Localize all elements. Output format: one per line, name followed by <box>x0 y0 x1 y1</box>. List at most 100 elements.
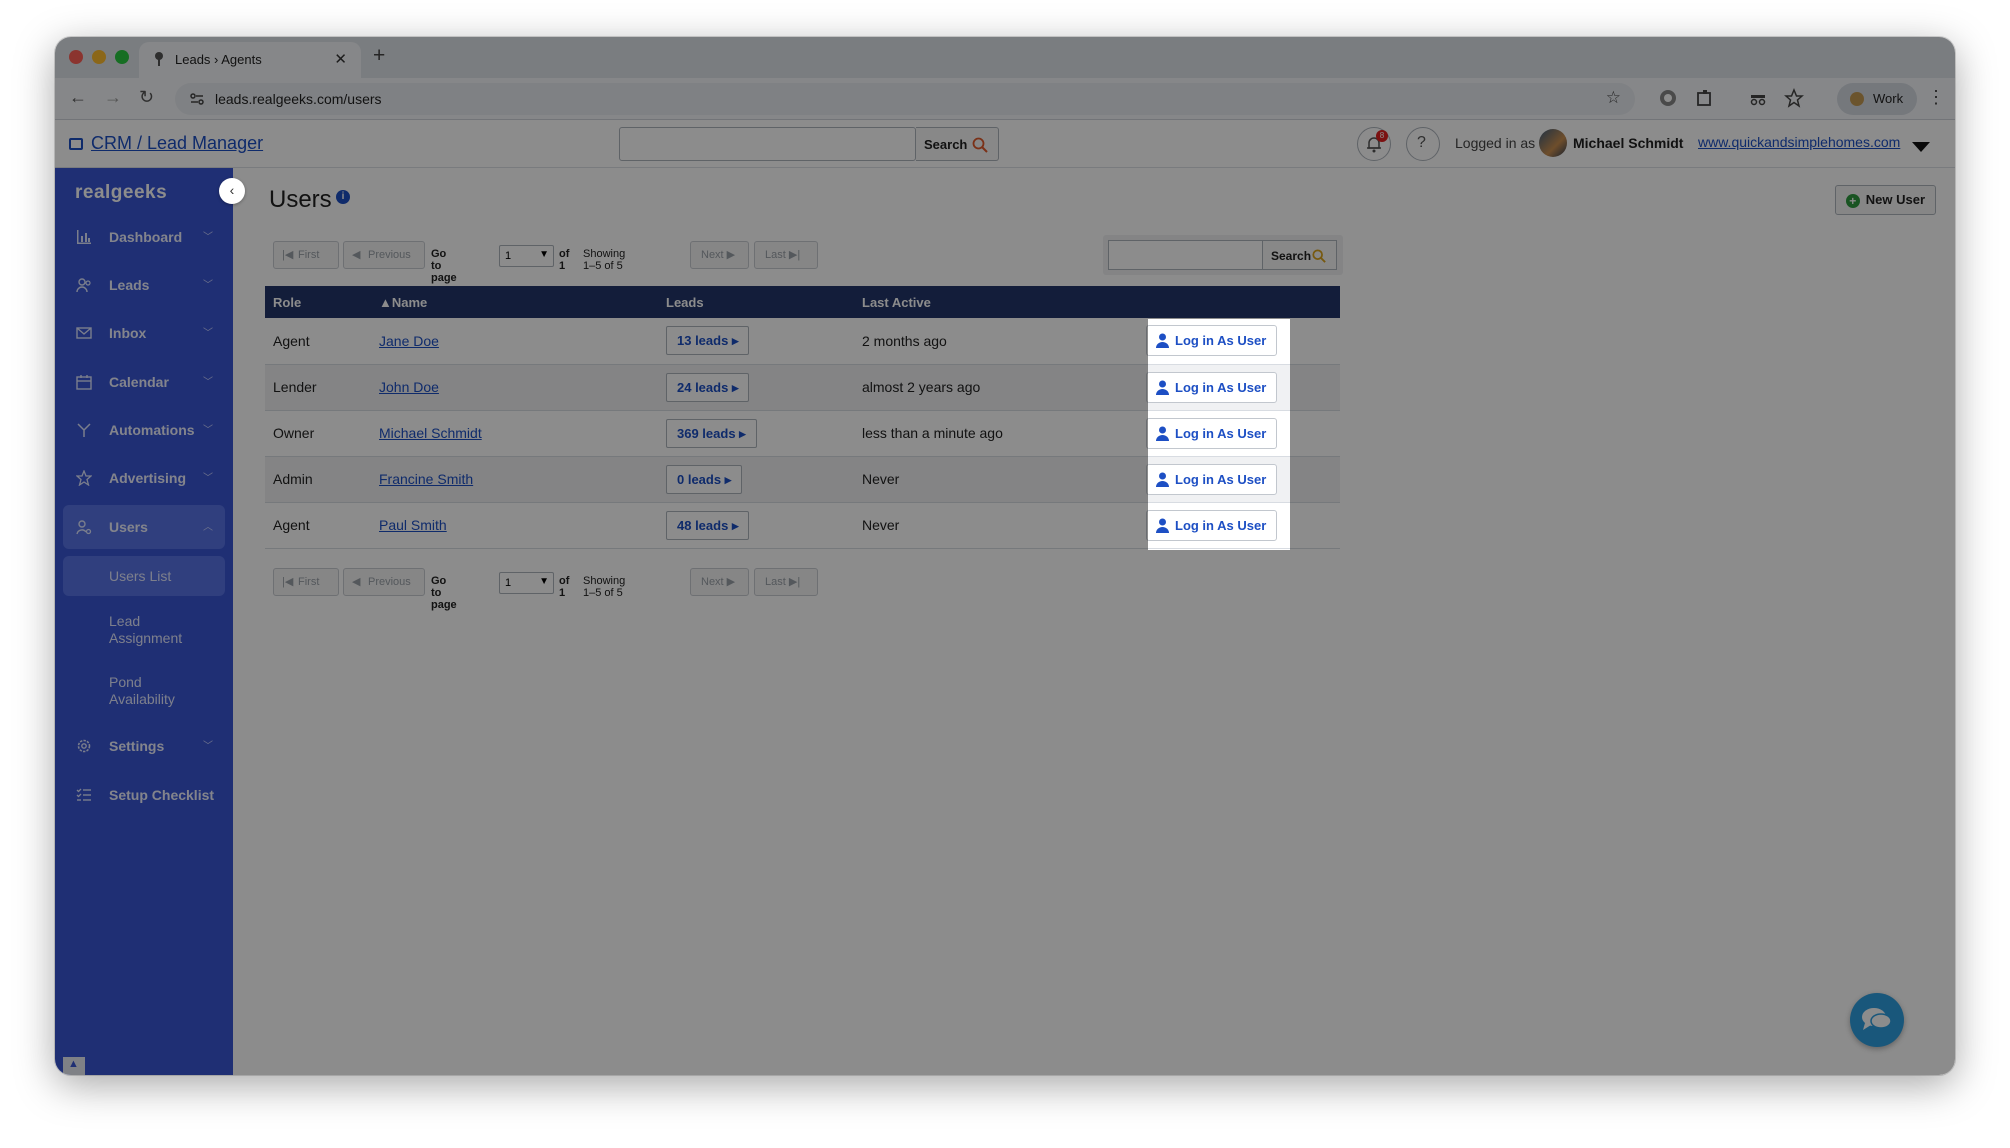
column-header-leads[interactable]: Leads <box>658 286 854 318</box>
mail-icon <box>76 327 92 339</box>
close-window-button[interactable] <box>69 50 83 64</box>
new-user-button[interactable]: + New User <box>1834 185 1936 215</box>
notifications-button[interactable]: 8 <box>1357 127 1391 161</box>
last-active-cell: Never <box>854 502 1138 549</box>
pager-next-label: Next <box>701 249 724 261</box>
info-icon[interactable]: i <box>336 190 350 204</box>
sidebar-item-calendar[interactable]: Calendar ﹀ <box>63 360 225 404</box>
forward-icon[interactable]: → <box>104 87 122 108</box>
pager-of-text: of 1 <box>559 575 569 599</box>
pager-next-button[interactable]: Next ▶ <box>690 568 749 596</box>
column-header-last-active[interactable]: Last Active <box>854 286 1138 318</box>
incognito-icon[interactable] <box>1748 88 1768 108</box>
reload-icon[interactable]: ↻ <box>139 87 154 108</box>
chevron-down-icon: ﹀ <box>203 741 213 752</box>
leads-button[interactable]: 24 leads ▸ <box>666 372 750 402</box>
leads-button[interactable]: 13 leads ▸ <box>666 326 750 356</box>
minimize-window-button[interactable] <box>92 50 106 64</box>
new-user-label: New User <box>1865 192 1925 207</box>
log-in-as-user-button[interactable]: Log in As User <box>1146 417 1278 449</box>
sidebar-item-leads[interactable]: Leads ﹀ <box>63 263 225 307</box>
user-name-link[interactable]: Paul Smith <box>379 517 447 533</box>
pager-last-button[interactable]: Last ▶| <box>754 568 818 596</box>
help-button[interactable]: ? <box>1406 127 1440 161</box>
leads-button[interactable]: 0 leads ▸ <box>666 464 743 494</box>
pager-first-button[interactable]: |◀ First <box>273 568 339 596</box>
chevron-down-icon: ﹀ <box>203 473 213 484</box>
pager-previous-label: Previous <box>368 249 411 261</box>
browser-menu-icon[interactable]: ⋮ <box>1927 87 1945 108</box>
pager-first-button[interactable]: |◀ First <box>273 241 339 269</box>
sidebar-item-advertising[interactable]: Advertising ﹀ <box>63 456 225 500</box>
bookmark-star-icon[interactable]: ☆ <box>1606 88 1621 108</box>
pager-total-pages: 1 <box>559 587 566 599</box>
column-header-actions <box>1138 286 1340 318</box>
chat-button[interactable] <box>1850 993 1904 1047</box>
user-name-link[interactable]: John Doe <box>379 379 439 395</box>
sidebar-subitem-lead-assignment[interactable]: Lead Assignment <box>63 603 225 657</box>
site-link[interactable]: www.quickandsimplehomes.com <box>1698 134 1900 150</box>
sidebar-subitem-users-list[interactable]: Users List <box>63 556 225 596</box>
table-search-input[interactable] <box>1108 240 1263 270</box>
pager-previous-button[interactable]: ◀ Previous <box>343 241 425 269</box>
sidebar-item-users[interactable]: Users ︿ <box>63 505 225 549</box>
reading-list-icon[interactable] <box>1784 88 1804 108</box>
table-search-button[interactable]: Search <box>1263 240 1337 270</box>
app-header: CRM / Lead Manager Search 8 ? Logged in … <box>55 120 1955 168</box>
pager-previous-button[interactable]: ◀ Previous <box>343 568 425 596</box>
back-icon[interactable]: ← <box>69 87 87 108</box>
sidebar-subitem-pond-availability[interactable]: Pond Availability <box>63 664 225 718</box>
leads-count: 13 leads <box>677 333 729 349</box>
site-dropdown-icon[interactable] <box>1912 142 1930 152</box>
user-icon <box>1156 333 1169 349</box>
log-in-as-user-button[interactable]: Log in As User <box>1146 371 1278 403</box>
column-header-role[interactable]: Role <box>265 286 371 318</box>
new-tab-button[interactable]: + <box>373 44 385 68</box>
table-row: Owner Michael Schmidt 369 leads ▸ less t… <box>265 410 1340 457</box>
sidebar-item-automations[interactable]: Automations ﹀ <box>63 408 225 452</box>
pager-showing-text: Showing 1–5 of 5 <box>583 575 626 599</box>
collapse-sidebar-button[interactable]: ‹ <box>219 178 245 204</box>
log-in-as-user-button[interactable]: Log in As User <box>1146 325 1278 357</box>
crm-lead-manager-link[interactable]: CRM / Lead Manager <box>69 133 263 154</box>
page-select[interactable]: 1 ▼ <box>499 245 554 267</box>
branch-icon <box>77 423 91 437</box>
leads-button[interactable]: 48 leads ▸ <box>666 510 750 540</box>
sidebar-item-label: Dashboard <box>109 229 183 245</box>
plus-icon: + <box>1845 194 1860 208</box>
pager-last-button[interactable]: Last ▶| <box>754 241 818 269</box>
sidebar-item-dashboard[interactable]: Dashboard ﹀ <box>63 215 225 259</box>
go-to-page-label: Go to page <box>431 248 457 284</box>
extension-icon[interactable] <box>1658 88 1678 108</box>
site-settings-icon[interactable] <box>189 91 205 107</box>
sidebar-item-settings[interactable]: Settings ﹀ <box>63 724 225 768</box>
log-in-as-user-button[interactable]: Log in As User <box>1146 509 1278 541</box>
profile-button[interactable]: Work <box>1837 83 1917 115</box>
log-in-as-user-button[interactable]: Log in As User <box>1146 463 1278 495</box>
user-name-link[interactable]: Michael Schmidt <box>379 425 482 441</box>
puzzle-icon[interactable] <box>1695 88 1715 108</box>
browser-tab[interactable]: Leads › Agents ✕ <box>139 42 361 78</box>
column-header-name[interactable]: ▲Name <box>371 286 658 318</box>
page-select[interactable]: 1 ▼ <box>499 572 554 594</box>
user-name-link[interactable]: Jane Doe <box>379 333 439 349</box>
chevron-down-icon: ﹀ <box>203 232 213 243</box>
header-search-input[interactable] <box>619 127 916 161</box>
previous-page-icon: ◀ <box>352 576 361 588</box>
pager-of-label: of <box>559 248 570 260</box>
leads-count: 24 leads <box>677 379 729 395</box>
last-active-cell: 2 months ago <box>854 318 1138 365</box>
bar-chart-icon <box>77 230 91 244</box>
pager-next-button[interactable]: Next ▶ <box>690 241 749 269</box>
sidebar-item-setup-checklist[interactable]: Setup Checklist <box>63 773 225 817</box>
user-name-link[interactable]: Francine Smith <box>379 471 473 487</box>
scroll-up-button[interactable]: ▲ <box>63 1057 85 1075</box>
checklist-icon <box>76 788 91 801</box>
address-bar[interactable]: leads.realgeeks.com/users ☆ <box>175 83 1635 115</box>
maximize-window-button[interactable] <box>115 50 129 64</box>
leads-button[interactable]: 369 leads ▸ <box>666 418 757 448</box>
user-gear-icon <box>76 520 92 535</box>
close-tab-icon[interactable]: ✕ <box>334 50 347 68</box>
sidebar-item-inbox[interactable]: Inbox ﹀ <box>63 311 225 355</box>
header-search-button[interactable]: Search <box>916 127 999 161</box>
